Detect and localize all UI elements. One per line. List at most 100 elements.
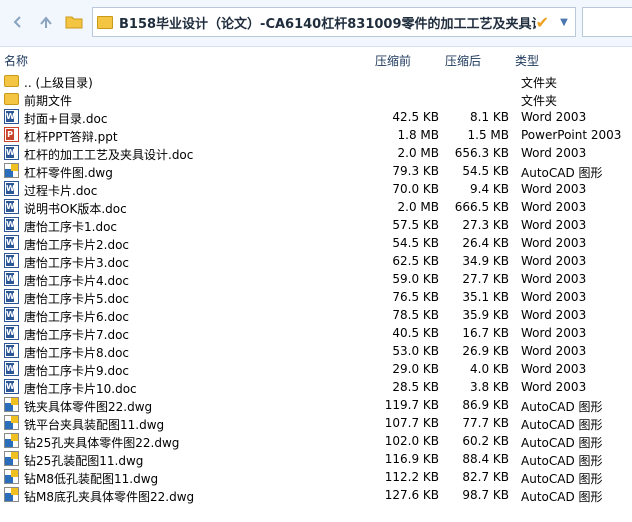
file-row[interactable]: 钻M8低孔装配图11.dwg 112.2 KB 82.7 KB AutoCAD 图形 [0, 468, 632, 486]
file-type: Word 2003 [521, 200, 587, 214]
file-name: 前期文件 [24, 94, 73, 108]
up-arrow-icon[interactable] [34, 10, 58, 34]
file-row[interactable]: 唐怡工序卡片9.doc 29.0 KB 4.0 KB Word 2003 [0, 360, 632, 378]
word-file-icon [4, 109, 19, 124]
file-row[interactable]: 唐怡工序卡1.doc 57.5 KB 27.3 KB Word 2003 [0, 216, 632, 234]
search-input[interactable] [582, 7, 632, 37]
word-file-icon [4, 235, 19, 250]
chevron-down-icon[interactable]: ▼ [553, 17, 575, 28]
file-size-uncompressed: 27.3 KB [462, 218, 509, 232]
file-row[interactable]: 铣夹具体零件图22.dwg 119.7 KB 86.9 KB AutoCAD 图形 [0, 396, 632, 414]
file-name: 唐怡工序卡片10.doc [24, 382, 137, 396]
file-row[interactable]: 杠杆的加工工艺及夹具设计.doc 2.0 MB 656.3 KB Word 2003 [0, 144, 632, 162]
file-row[interactable]: 唐怡工序卡片4.doc 59.0 KB 27.7 KB Word 2003 [0, 270, 632, 288]
folder-icon[interactable] [62, 10, 86, 34]
file-type: Word 2003 [521, 236, 587, 250]
file-size-compressed: 1.8 MB [397, 128, 439, 142]
folder-icon [97, 15, 113, 29]
file-row[interactable]: 杠杆PPT答辩.ppt 1.8 MB 1.5 MB PowerPoint 2003 [0, 126, 632, 144]
file-name: 唐怡工序卡片4.doc [24, 274, 130, 288]
word-file-icon [4, 253, 19, 268]
word-file-icon [4, 217, 19, 232]
file-type: AutoCAD 图形 [521, 400, 603, 414]
file-type: 文件夹 [521, 94, 558, 108]
file-name: 过程卡片.doc [24, 184, 98, 198]
file-type: Word 2003 [521, 326, 587, 340]
file-type: Word 2003 [521, 182, 587, 196]
file-size-compressed: 112.2 KB [384, 470, 439, 484]
file-size-compressed: 70.0 KB [392, 182, 439, 196]
file-size-uncompressed: 88.4 KB [462, 452, 509, 466]
file-name: 唐怡工序卡片3.doc [24, 256, 130, 270]
file-size-compressed: 59.0 KB [392, 272, 439, 286]
file-name: 杠杆的加工工艺及夹具设计.doc [24, 148, 194, 162]
file-size-uncompressed: 656.3 KB [454, 146, 509, 160]
file-size-uncompressed: 34.9 KB [462, 254, 509, 268]
file-row[interactable]: 说明书OK版本.doc 2.0 MB 666.5 KB Word 2003 [0, 198, 632, 216]
file-row[interactable]: 唐怡工序卡片2.doc 54.5 KB 26.4 KB Word 2003 [0, 234, 632, 252]
file-size-uncompressed: 8.1 KB [470, 110, 509, 124]
file-size-compressed: 76.5 KB [392, 290, 439, 304]
file-row[interactable]: 唐怡工序卡片7.doc 40.5 KB 16.7 KB Word 2003 [0, 324, 632, 342]
file-name: 杠杆零件图.dwg [24, 166, 113, 180]
file-row[interactable]: 唐怡工序卡片5.doc 76.5 KB 35.1 KB Word 2003 [0, 288, 632, 306]
file-type: Word 2003 [521, 308, 587, 322]
column-type[interactable]: 类型 [515, 52, 539, 69]
file-size-uncompressed: 98.7 KB [462, 488, 509, 502]
file-row[interactable]: 唐怡工序卡片10.doc 28.5 KB 3.8 KB Word 2003 [0, 378, 632, 396]
file-list: .. (上级目录)文件夹前期文件文件夹封面+目录.doc42.5 KB8.1 K… [0, 72, 632, 504]
address-bar[interactable]: B158毕业设计（论文）-CA6140杠杆831009零件的加工工艺及夹具设计-… [92, 7, 576, 37]
file-size-compressed: 119.7 KB [384, 398, 439, 412]
file-type: AutoCAD 图形 [521, 436, 603, 450]
file-type: Word 2003 [521, 290, 587, 304]
file-size-compressed: 116.9 KB [384, 452, 439, 466]
file-type: Word 2003 [521, 380, 587, 394]
column-name[interactable]: 名称 [4, 52, 28, 69]
file-row[interactable]: 过程卡片.doc 70.0 KB 9.4 KB Word 2003 [0, 180, 632, 198]
file-type: AutoCAD 图形 [521, 454, 603, 468]
file-name: 铣平台夹具装配图11.dwg [24, 418, 165, 432]
file-type: Word 2003 [521, 218, 587, 232]
word-file-icon [4, 145, 19, 160]
file-size-uncompressed: 27.7 KB [462, 272, 509, 286]
file-row[interactable]: .. (上级目录) 文件夹 [0, 72, 632, 90]
file-row[interactable]: 钻M8底孔夹具体零件图22.dwg 127.6 KB 98.7 KB AutoCAD … [0, 486, 632, 504]
file-row[interactable]: 杠杆零件图.dwg 79.3 KB 54.5 KB AutoCAD 图形 [0, 162, 632, 180]
autocad-file-icon [4, 487, 19, 502]
file-type: Word 2003 [521, 110, 587, 124]
file-name: 唐怡工序卡片8.doc [24, 346, 130, 360]
column-uncompressed[interactable]: 压缩后 [445, 52, 481, 69]
file-row[interactable]: 封面+目录.doc 42.5 KB 8.1 KB Word 2003 [0, 108, 632, 126]
file-name: 说明书OK版本.doc [24, 202, 127, 216]
file-size-uncompressed: 77.7 KB [462, 416, 509, 430]
file-name: 唐怡工序卡片2.doc [24, 238, 130, 252]
file-row[interactable]: 唐怡工序卡片3.doc 62.5 KB 34.9 KB Word 2003 [0, 252, 632, 270]
address-path[interactable]: B158毕业设计（论文）-CA6140杠杆831009零件的加工工艺及夹具设计-… [119, 13, 536, 32]
file-row[interactable]: 钻25孔装配图11.dwg 116.9 KB 88.4 KB AutoCAD 图形 [0, 450, 632, 468]
file-size-uncompressed: 26.9 KB [462, 344, 509, 358]
file-size-uncompressed: 35.9 KB [462, 308, 509, 322]
autocad-file-icon [4, 433, 19, 448]
file-size-uncompressed: 26.4 KB [462, 236, 509, 250]
autocad-file-icon [4, 415, 19, 430]
file-row[interactable]: 唐怡工序卡片8.doc 53.0 KB 26.9 KB Word 2003 [0, 342, 632, 360]
file-size-compressed: 28.5 KB [392, 380, 439, 394]
file-name: 铣夹具体零件图22.dwg [24, 400, 153, 414]
file-size-compressed: 54.5 KB [392, 236, 439, 250]
file-type: AutoCAD 图形 [521, 490, 603, 504]
file-name: 唐怡工序卡片5.doc [24, 292, 130, 306]
file-name: 杠杆PPT答辩.ppt [24, 130, 118, 144]
file-row[interactable]: 前期文件 文件夹 [0, 90, 632, 108]
back-arrow-icon[interactable] [6, 10, 30, 34]
file-type: PowerPoint 2003 [521, 128, 622, 142]
file-row[interactable]: 铣平台夹具装配图11.dwg 107.7 KB 77.7 KB AutoCAD 图形 [0, 414, 632, 432]
word-file-icon [4, 271, 19, 286]
file-size-uncompressed: 86.9 KB [462, 398, 509, 412]
powerpoint-file-icon [4, 127, 19, 142]
file-row[interactable]: 钻25孔夹具体零件图22.dwg 102.0 KB 60.2 KB AutoCAD 图… [0, 432, 632, 450]
file-row[interactable]: 唐怡工序卡片6.doc 78.5 KB 35.9 KB Word 2003 [0, 306, 632, 324]
column-compressed[interactable]: 压缩前 [375, 52, 411, 69]
folder-icon [4, 93, 19, 105]
word-file-icon [4, 379, 19, 394]
column-header: 名称 压缩前 压缩后 类型 [0, 50, 632, 70]
